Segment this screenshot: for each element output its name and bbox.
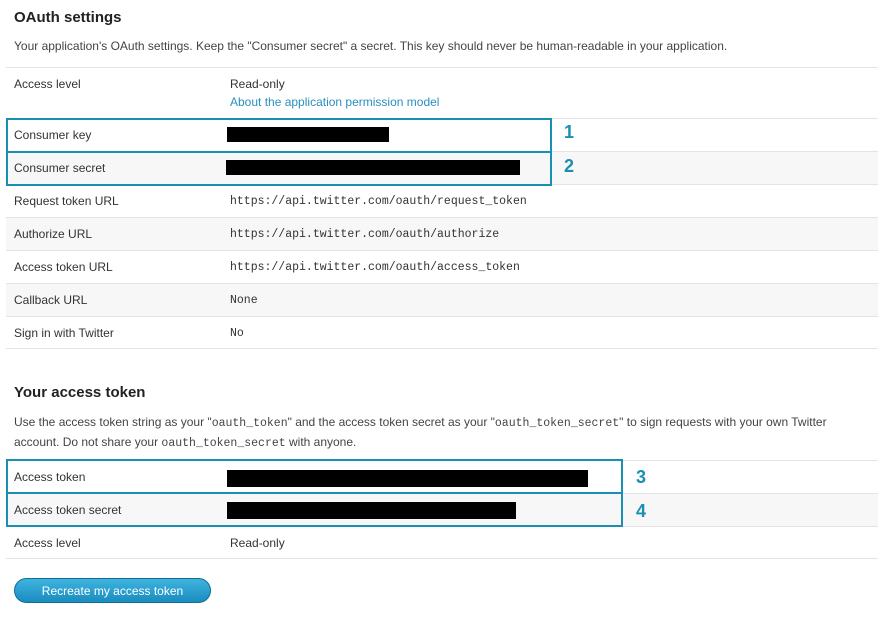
request-token-row: Request token URL https://api.twitter.co… <box>6 184 878 217</box>
token-access-level-label: Access level <box>14 536 81 550</box>
permission-model-link[interactable]: About the application permission model <box>230 95 439 109</box>
access-level-value: Read-only <box>230 77 285 91</box>
oauth-settings-heading: OAuth settings <box>14 9 122 26</box>
highlight-divider <box>6 151 552 153</box>
oauth-settings-description: Your application's OAuth settings. Keep … <box>14 39 728 53</box>
callback-url-label: Callback URL <box>14 293 88 307</box>
highlight-divider-2 <box>6 492 623 494</box>
access-level-label: Access level <box>14 77 81 91</box>
authorize-url-row: Authorize URL https://api.twitter.com/oa… <box>6 217 878 250</box>
request-token-value: https://api.twitter.com/oauth/request_to… <box>230 195 527 208</box>
access-token-url-row: Access token URL https://api.twitter.com… <box>6 250 878 283</box>
access-token-heading: Your access token <box>14 384 146 401</box>
token-access-level-row: Access level Read-only <box>6 526 878 559</box>
access-token-url-label: Access token URL <box>14 260 113 274</box>
token-access-level-value: Read-only <box>230 536 285 550</box>
annotation-4: 4 <box>636 501 647 521</box>
access-token-url-value: https://api.twitter.com/oauth/access_tok… <box>230 261 520 274</box>
access-token-description: Use the access token string as your "oau… <box>14 415 827 450</box>
access-level-row: Access level Read-only About the applica… <box>6 67 878 118</box>
request-token-label: Request token URL <box>14 194 119 208</box>
callback-url-row: Callback URL None <box>6 283 878 316</box>
authorize-url-value: https://api.twitter.com/oauth/authorize <box>230 228 500 241</box>
sign-in-row: Sign in with Twitter No <box>6 316 878 349</box>
sign-in-label: Sign in with Twitter <box>14 326 114 340</box>
recreate-access-token-button[interactable]: Recreate my access token <box>14 578 211 603</box>
annotation-2: 2 <box>564 156 575 176</box>
sign-in-value: No <box>230 327 244 340</box>
callback-url-value: None <box>230 294 258 307</box>
authorize-url-label: Authorize URL <box>14 227 93 241</box>
annotation-1: 1 <box>564 122 575 142</box>
annotation-3: 3 <box>636 467 647 487</box>
